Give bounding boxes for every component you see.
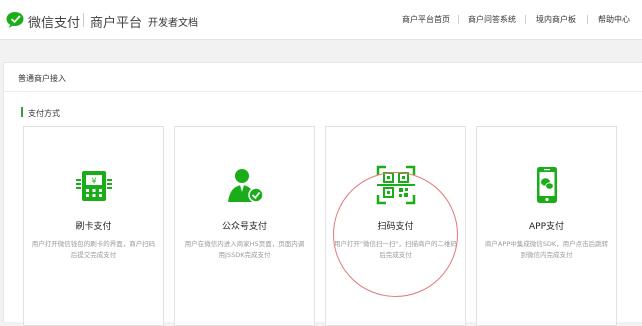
card-description: 用户在微信内进入商家H5页面，页面内调用JSSDK完成支付 <box>184 240 305 259</box>
section-title: 支付方式 <box>28 109 60 118</box>
brand-name[interactable]: 微信支付 <box>28 12 80 31</box>
card-description: 商户APP中集成微信SDK，用户点击后跳转到微信内完成支付 <box>484 240 609 259</box>
card-title: 扫码支付 <box>377 222 414 232</box>
payment-card-qr-pay[interactable]: 扫码支付 用户打开"微信扫一扫"，扫描商户的二维码后完成支付 <box>325 126 466 326</box>
main-panel: 普通商户接入 支付方式 ¥ 刷卡支付 用户打开微信钱包的刷卡的界面，商户扫码后提… <box>3 62 642 326</box>
card-reader-icon: ¥ <box>75 171 112 201</box>
nav-help-center[interactable]: 帮助中心 <box>598 14 630 25</box>
svg-text:¥: ¥ <box>91 177 96 186</box>
card-description: 用户打开"微信扫一扫"，扫描商户的二维码后完成支付 <box>334 240 457 259</box>
divider <box>4 91 642 92</box>
section-marker <box>21 107 23 117</box>
card-title: 公众号支付 <box>221 222 267 232</box>
page-title: 普通商户接入 <box>18 74 66 83</box>
payment-card-card-pay[interactable]: ¥ 刷卡支付 用户打开微信钱包的刷卡的界面，商户扫码后提交完成支付 <box>23 126 164 326</box>
qr-scan-icon <box>376 165 415 205</box>
nav-separator <box>525 15 526 24</box>
card-title: APP支付 <box>528 222 564 232</box>
wechat-pay-logo-icon[interactable] <box>6 11 26 28</box>
merchant-platform-title[interactable]: 商户平台 <box>90 12 142 31</box>
phone-wechat-icon <box>536 167 557 203</box>
official-account-user-icon <box>227 169 264 203</box>
nav-separator <box>458 15 459 24</box>
payment-card-official-account[interactable]: 公众号支付 用户在微信内进入商家H5页面，页面内调用JSSDK完成支付 <box>174 126 315 326</box>
nav-domestic-merchant[interactable]: 境内商户板 <box>536 14 576 25</box>
nav-separator <box>587 15 588 24</box>
card-description: 用户打开微信钱包的刷卡的界面，商户扫码后提交完成支付 <box>31 240 156 259</box>
payment-card-app-pay[interactable]: APP支付 商户APP中集成微信SDK，用户点击后跳转到微信内完成支付 <box>476 126 617 326</box>
nav-merchant-home[interactable]: 商户平台首页 <box>402 14 450 25</box>
nav-merchant-qa[interactable]: 商户问答系统 <box>468 14 516 25</box>
developer-docs-title: 开发者文档 <box>148 18 198 29</box>
card-title: 刷卡支付 <box>75 222 112 232</box>
brand-separator <box>83 13 84 27</box>
top-header: 微信支付 商户平台 开发者文档 商户平台首页 商户问答系统 境内商户板 帮助中心 <box>0 0 642 40</box>
